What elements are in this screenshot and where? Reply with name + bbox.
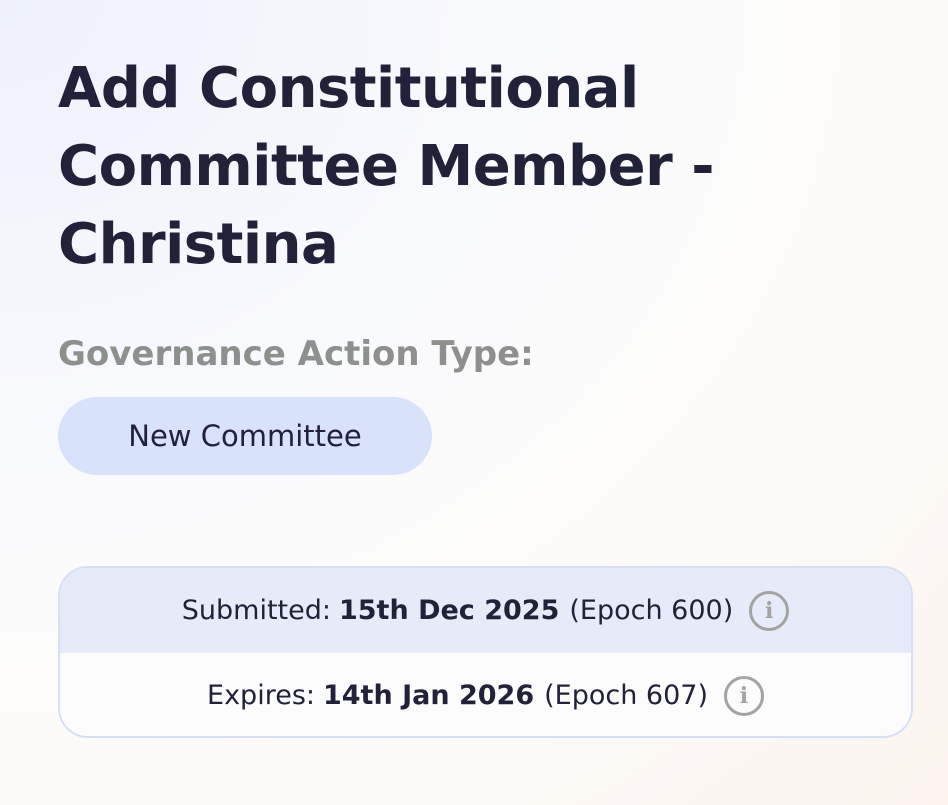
expires-epoch: (Epoch 607)	[544, 680, 708, 711]
governance-action-type-label: Governance Action Type:	[58, 334, 534, 374]
submitted-epoch: (Epoch 600)	[569, 595, 734, 626]
expires-row: Expires: 14th Jan 2026 (Epoch 607) i	[60, 653, 911, 736]
expires-date: 14th Jan 2026	[322, 680, 535, 711]
submitted-label: Submitted:	[181, 595, 331, 626]
submitted-row: Submitted: 15th Dec 2025 (Epoch 600) i	[60, 568, 911, 653]
info-icon[interactable]: i	[723, 675, 764, 716]
submitted-date: 15th Dec 2025	[338, 595, 560, 626]
governance-action-type-chip: New Committee	[58, 397, 432, 475]
page-title: Add Constitutional Committee Member - Ch…	[58, 56, 714, 277]
governance-action-type-value: New Committee	[128, 419, 362, 453]
info-icon[interactable]: i	[749, 590, 790, 631]
expires-label: Expires:	[207, 680, 315, 711]
dates-card: Submitted: 15th Dec 2025 (Epoch 600) i E…	[58, 566, 913, 738]
